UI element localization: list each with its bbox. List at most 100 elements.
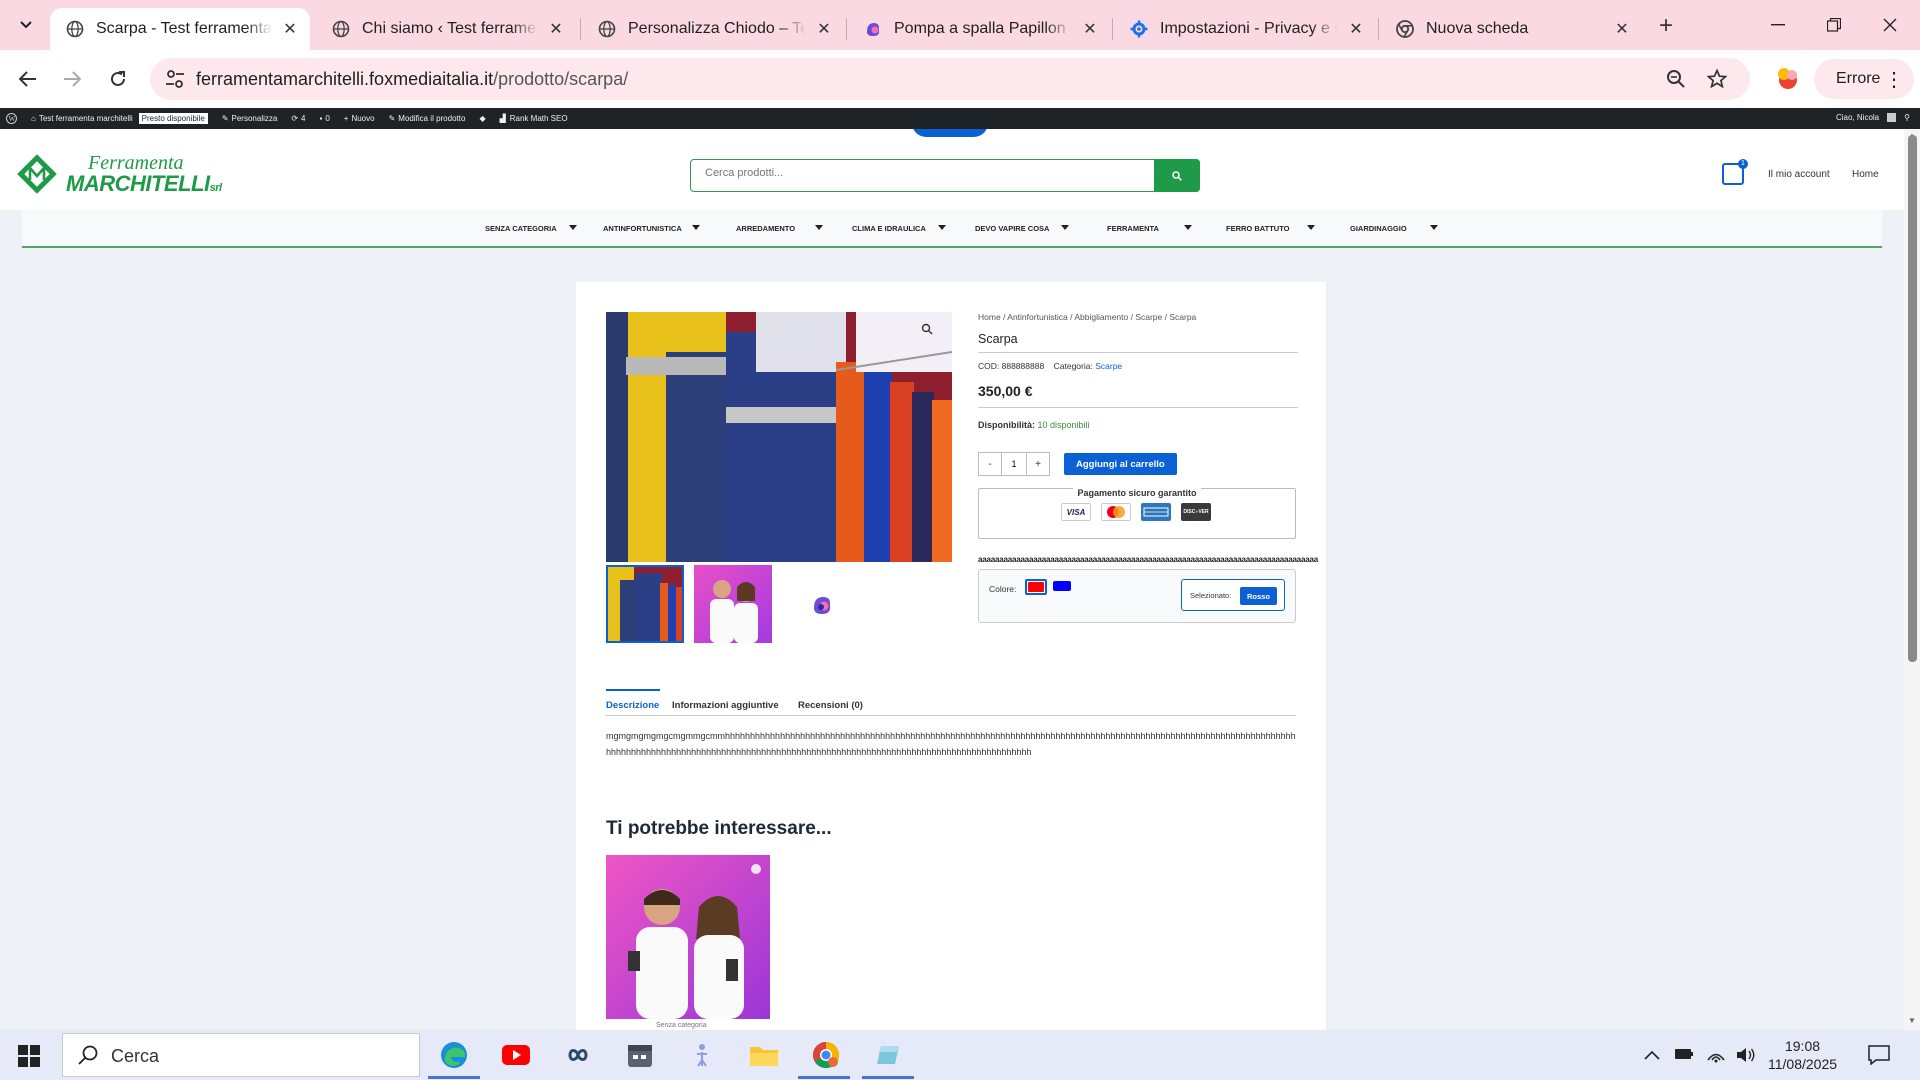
quantity-input[interactable]: 1 xyxy=(1002,452,1026,476)
thumbnail-jackets[interactable] xyxy=(606,565,684,643)
calendar-app-icon[interactable] xyxy=(622,1038,658,1072)
cart-count-badge: 1 xyxy=(1738,159,1748,169)
copilot-icon[interactable] xyxy=(810,593,834,617)
menu-item-ferro-battuto[interactable]: FERRO BATTUTO xyxy=(1226,210,1289,246)
avatar[interactable] xyxy=(1887,113,1897,122)
adminbar-comments[interactable]: ▪ 0 xyxy=(319,114,329,123)
product-main-image[interactable] xyxy=(606,312,952,562)
search-input[interactable] xyxy=(705,167,1105,179)
browser-tab-scarpa[interactable]: Scarpa - Test ferramenta marchitelli ✕ xyxy=(50,8,310,50)
youtube-icon[interactable] xyxy=(498,1038,534,1072)
file-explorer-icon[interactable] xyxy=(746,1038,782,1072)
logo-srl: srl xyxy=(209,182,222,194)
browser-tab-nuova-scheda[interactable]: Nuova scheda ✕ xyxy=(1380,8,1642,50)
profile-error-button[interactable]: Errore ⋮ xyxy=(1814,59,1914,99)
minimize-button[interactable] xyxy=(1758,8,1798,42)
scroll-down-icon[interactable]: ▼ xyxy=(1907,1016,1917,1026)
wordpress-logo-icon[interactable]: W xyxy=(6,113,17,124)
chevron-down-icon[interactable] xyxy=(1307,225,1315,230)
close-icon[interactable]: ✕ xyxy=(546,19,566,39)
wifi-icon[interactable] xyxy=(1706,1047,1726,1068)
search-icon[interactable]: ⚲ xyxy=(1904,113,1910,122)
volume-icon[interactable] xyxy=(1736,1047,1756,1068)
chevron-down-icon[interactable] xyxy=(692,225,700,230)
extension-icon[interactable] xyxy=(1774,64,1802,92)
close-icon[interactable]: ✕ xyxy=(1080,19,1100,39)
menu-dots-icon[interactable]: ⋮ xyxy=(1884,67,1904,92)
menu-item-devo-vapire[interactable]: DEVO VAPIRE COSA xyxy=(975,210,1049,246)
qty-minus-button[interactable]: - xyxy=(978,452,1002,476)
bookmark-star-icon[interactable] xyxy=(1706,68,1728,90)
tab-description[interactable]: Descrizione xyxy=(606,700,659,711)
qty-plus-button[interactable]: + xyxy=(1026,452,1050,476)
adminbar-edit-product[interactable]: ✎ Modifica il prodotto xyxy=(389,114,466,123)
tab-reviews[interactable]: Recensioni (0) xyxy=(798,700,863,711)
menu-item-clima-idraulica[interactable]: CLIMA E IDRAULICA xyxy=(852,210,926,246)
adminbar-updates[interactable]: ⟳ 4 xyxy=(291,114,305,123)
menu-item-giardinaggio[interactable]: GIARDINAGGIO xyxy=(1350,210,1407,246)
menu-item-ferramenta[interactable]: FERRAMENTA xyxy=(1107,210,1159,246)
thumbnail-people[interactable] xyxy=(694,565,772,643)
color-swatch-blue[interactable] xyxy=(1053,581,1071,591)
breadcrumb[interactable]: Home / Antinfortunistica / Abbigliamento… xyxy=(978,312,1298,322)
site-logo[interactable]: Ferramenta MARCHITELLIsrl xyxy=(14,151,222,197)
close-icon[interactable]: ✕ xyxy=(280,19,300,39)
zoom-icon[interactable] xyxy=(1665,68,1687,90)
adminbar-new[interactable]: + Nuovo xyxy=(344,114,375,123)
chevron-down-icon[interactable] xyxy=(1430,225,1438,230)
close-window-button[interactable] xyxy=(1870,8,1910,42)
notes-app-icon[interactable] xyxy=(870,1038,906,1072)
chevron-up-icon[interactable] xyxy=(1644,1047,1660,1065)
menu-item-antinfortunistica[interactable]: ANTINFORTUNISTICA xyxy=(603,210,682,246)
chevron-down-icon[interactable] xyxy=(815,225,823,230)
taskbar-clock[interactable]: 19:08 11/08/2025 xyxy=(1768,1037,1837,1073)
close-icon[interactable]: ✕ xyxy=(1612,19,1632,39)
zoom-icon[interactable] xyxy=(921,323,933,335)
back-button[interactable] xyxy=(12,63,44,95)
browser-tab-chi-siamo[interactable]: Chi siamo ‹ Test ferramenta marchitelli … xyxy=(316,8,576,50)
close-icon[interactable]: ✕ xyxy=(1346,19,1366,39)
accessibility-app-icon[interactable] xyxy=(684,1038,720,1072)
adminbar-site[interactable]: ⌂ Test ferramenta marchitelli Presto dispo… xyxy=(31,113,208,124)
notifications-icon[interactable] xyxy=(1868,1045,1890,1070)
menu-item-arredamento[interactable]: ARREDAMENTO xyxy=(736,210,795,246)
address-bar[interactable]: ferramentamarchitelli.foxmediaitalia.it/… xyxy=(150,58,1750,100)
amex-card-icon xyxy=(1141,503,1171,521)
adminbar-greeting[interactable]: Ciao, Nicola xyxy=(1836,113,1879,122)
chevron-down-icon[interactable] xyxy=(569,225,577,230)
search-button[interactable] xyxy=(1154,159,1200,192)
chevron-down-icon[interactable] xyxy=(1184,225,1192,230)
home-link[interactable]: Home xyxy=(1852,169,1879,180)
reload-button[interactable] xyxy=(102,63,134,95)
page-scrollbar[interactable]: ▲ ▼ xyxy=(1904,129,1920,1030)
browser-tab-pompa[interactable]: Pompa a spalla Papillon con ✕ xyxy=(848,8,1110,50)
battery-icon[interactable] xyxy=(1674,1047,1694,1066)
color-swatch-red[interactable] xyxy=(1025,579,1047,595)
edge-icon[interactable] xyxy=(436,1038,472,1072)
adminbar-customize[interactable]: ✎ Personalizza xyxy=(222,114,278,123)
menu-item-senza-categoria[interactable]: SENZA CATEGORIA xyxy=(485,210,557,246)
browser-tab-personalizza[interactable]: Personalizza Chiodo – Test ✕ xyxy=(582,8,844,50)
restore-button[interactable] xyxy=(1814,8,1854,42)
chrome-taskbar-icon[interactable] xyxy=(808,1038,844,1072)
chevron-down-icon[interactable] xyxy=(1061,225,1069,230)
tab-search-button[interactable] xyxy=(12,11,40,39)
taskbar-search[interactable]: Cerca xyxy=(62,1033,420,1077)
chevron-down-icon[interactable] xyxy=(938,225,946,230)
browser-tab-impostazioni[interactable]: Impostazioni - Privacy e sicurezza ✕ xyxy=(1114,8,1376,50)
category-link[interactable]: Scarpe xyxy=(1095,361,1122,371)
add-to-cart-button[interactable]: Aggiungi al carrello xyxy=(1064,453,1177,475)
infinity-app-icon[interactable] xyxy=(560,1038,596,1072)
related-product-image[interactable] xyxy=(606,855,770,1019)
forward-button[interactable] xyxy=(56,63,88,95)
tab-additional-info[interactable]: Informazioni aggiuntive xyxy=(672,700,779,711)
new-tab-button[interactable]: + xyxy=(1652,12,1680,40)
site-info-icon[interactable] xyxy=(164,68,186,90)
adminbar-rankmath[interactable]: ▟ Rank Math SEO xyxy=(500,114,568,123)
close-icon[interactable]: ✕ xyxy=(814,19,834,39)
windows-start-icon[interactable] xyxy=(18,1045,40,1067)
my-account-link[interactable]: Il mio account xyxy=(1768,169,1830,180)
adminbar-diamond[interactable]: ◆ xyxy=(479,114,485,123)
scrollbar-thumb[interactable] xyxy=(1908,135,1917,662)
header-notch xyxy=(912,129,988,137)
